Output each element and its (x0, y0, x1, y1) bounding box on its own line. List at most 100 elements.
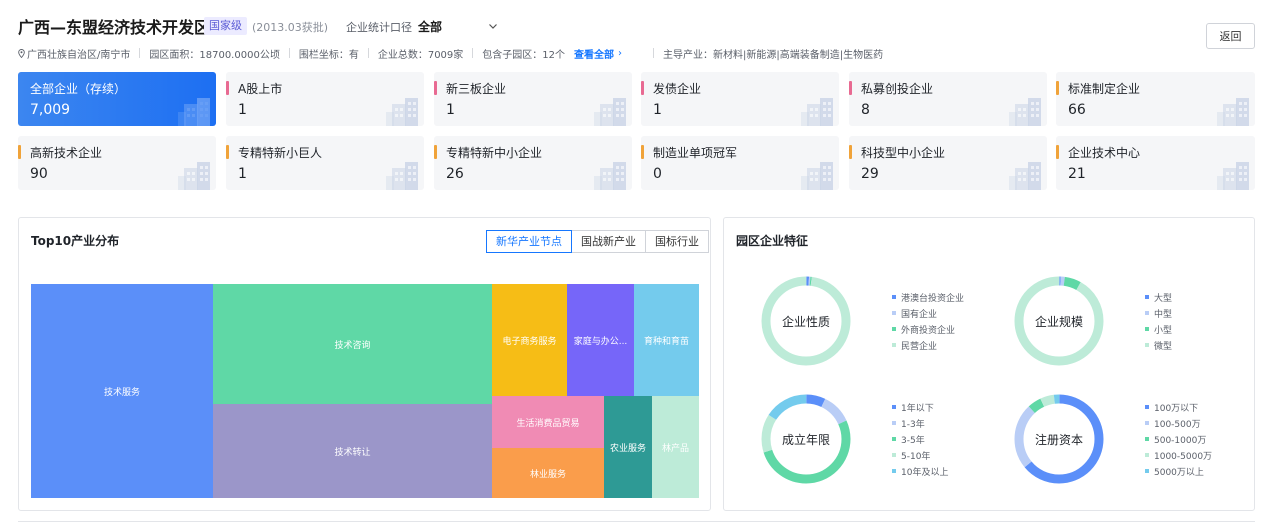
treemap-cell[interactable]: 农业服务 (604, 396, 652, 498)
card-label: 新三板企业 (446, 82, 507, 96)
card-label: A股上市 (238, 82, 283, 96)
legend-item[interactable]: 国有企业 (892, 305, 964, 321)
category-card[interactable]: 科技型中小企业 29 (849, 136, 1047, 190)
legend-item[interactable]: 100万以下 (1145, 399, 1212, 415)
legend-item[interactable]: 外商投资企业 (892, 321, 964, 337)
card-value: 26 (446, 166, 464, 182)
accent-bar (434, 81, 437, 95)
card-value: 21 (1068, 166, 1086, 182)
category-card[interactable]: 私募创投企业 8 (849, 72, 1047, 126)
legend-item[interactable]: 大型 (1145, 289, 1172, 305)
treemap-cell[interactable]: 生活消费品贸易 (492, 396, 604, 448)
park-features-panel: 园区企业特征 企业性质 港澳台投资企业 国有企业 外商投资企业 民营企业 企业规模 大型 中型… (723, 217, 1255, 511)
divider (472, 48, 474, 58)
level-badge: 国家级 (204, 17, 247, 35)
category-card[interactable]: 企业技术中心 21 (1056, 136, 1255, 190)
accent-bar (226, 145, 229, 159)
donut-legend: 100万以下 100-500万 500-1000万 1000-5000万 5000万以上 (1145, 399, 1212, 479)
treemap-cell[interactable]: 技术服务 (31, 284, 213, 498)
category-card[interactable]: 发债企业 1 (641, 72, 839, 126)
category-card[interactable]: 制造业单项冠军 0 (641, 136, 839, 190)
category-card[interactable]: 标准制定企业 66 (1056, 72, 1255, 126)
building-icon (594, 162, 626, 190)
category-card[interactable]: 专精特新小巨人 1 (226, 136, 424, 190)
tab-strategic-industry[interactable]: 国战新产业 (571, 230, 646, 253)
treemap-cell[interactable]: 技术咨询 (213, 284, 492, 404)
legend-item[interactable]: 中型 (1145, 305, 1172, 321)
donut-chart[interactable]: 企业性质 (761, 276, 851, 366)
building-icon (1217, 162, 1249, 190)
card-value: 90 (30, 166, 48, 182)
tab-national-standard[interactable]: 国标行业 (645, 230, 709, 253)
card-label: 私募创投企业 (861, 82, 934, 96)
card-label: 企业技术中心 (1068, 146, 1141, 160)
legend-item[interactable]: 1年以下 (892, 399, 948, 415)
legend-item[interactable]: 5000万以上 (1145, 463, 1212, 479)
location-pin-icon (18, 48, 25, 58)
donut-chart[interactable]: 企业规模 (1014, 276, 1104, 366)
accent-bar (226, 81, 229, 95)
approval-date: (2013.03获批) (252, 21, 329, 34)
donut-chart[interactable]: 注册资本 (1014, 394, 1104, 484)
legend-item[interactable]: 500-1000万 (1145, 431, 1212, 447)
legend-swatch (1145, 421, 1149, 425)
treemap-cell[interactable]: 林业服务 (492, 448, 604, 498)
treemap-cell[interactable]: 家庭与办公... (567, 284, 634, 396)
category-card[interactable]: 专精特新中小企业 26 (434, 136, 632, 190)
legend-swatch (892, 405, 896, 409)
legend-item[interactable]: 3-5年 (892, 431, 948, 447)
legend-swatch (892, 421, 896, 425)
legend-label: 民营企业 (901, 341, 938, 352)
donut-legend: 大型中型 小型 微型 (1145, 289, 1172, 353)
legend-swatch (1145, 327, 1149, 331)
card-label: 发债企业 (653, 82, 702, 96)
treemap-cell[interactable]: 林产品 (652, 396, 699, 498)
card-value: 7,009 (30, 102, 71, 118)
accent-bar (1056, 145, 1059, 159)
category-card[interactable]: 高新技术企业 90 (18, 136, 216, 190)
divider (367, 48, 369, 58)
divider (288, 48, 290, 58)
legend-item[interactable]: 10年及以上 (892, 463, 948, 479)
legend-swatch (892, 327, 896, 331)
stat-scope-select[interactable]: 全部 (418, 17, 498, 35)
legend-item[interactable]: 5-10年 (892, 447, 948, 463)
chevron-right-icon[interactable]: › (618, 48, 622, 59)
card-value: 29 (861, 166, 879, 182)
legend-label: 国有企业 (901, 309, 938, 320)
legend-label: 中型 (1154, 309, 1173, 320)
divider (139, 48, 141, 58)
category-card[interactable]: A股上市 1 (226, 72, 424, 126)
legend-swatch (892, 453, 896, 457)
legend-label: 5-10年 (901, 451, 931, 462)
building-icon (801, 98, 833, 126)
back-button[interactable]: 返回 (1206, 23, 1255, 49)
donut-chart[interactable]: 成立年限 (761, 394, 851, 484)
legend-item[interactable]: 微型 (1145, 337, 1172, 353)
legend-item[interactable]: 100-500万 (1145, 415, 1212, 431)
category-card[interactable]: 全部企业（存续） 7,009 (18, 72, 216, 126)
chevron-down-icon (489, 24, 497, 29)
legend-item[interactable]: 港澳台投资企业 (892, 289, 964, 305)
legend-item[interactable]: 1-3年 (892, 415, 948, 431)
legend-swatch (1145, 437, 1149, 441)
treemap-cell[interactable]: 技术转让 (213, 404, 492, 498)
industry-tabs: 新华产业节点 国战新产业 国标行业 (486, 230, 709, 253)
view-all-link[interactable]: 查看全部 (574, 46, 614, 61)
card-value: 1 (238, 102, 247, 118)
legend-item[interactable]: 小型 (1145, 321, 1172, 337)
donut-center-label: 企业规模 (1034, 314, 1083, 329)
treemap-cell[interactable]: 育种和育苗 (634, 284, 699, 396)
building-icon (594, 98, 626, 126)
stat-scope-label: 企业统计口径 (346, 21, 412, 34)
legend-label: 3-5年 (901, 435, 925, 446)
legend-item[interactable]: 1000-5000万 (1145, 447, 1212, 463)
legend-label: 5000万以上 (1154, 467, 1204, 478)
park-meta-row: 广西壮族自治区/南宁市 园区面积：18700.0000公顷 围栏坐标：有 企业总… (18, 45, 883, 61)
tab-xinhua-node[interactable]: 新华产业节点 (486, 230, 572, 253)
legend-item[interactable]: 民营企业 (892, 337, 964, 353)
card-value: 8 (861, 102, 870, 118)
category-card[interactable]: 新三板企业 1 (434, 72, 632, 126)
treemap-cell[interactable]: 电子商务服务 (492, 284, 567, 396)
card-label: 制造业单项冠军 (653, 146, 738, 160)
